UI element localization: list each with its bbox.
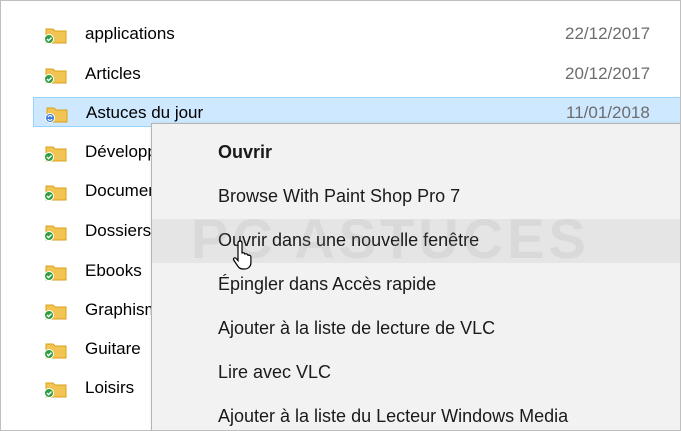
file-name: Loisirs (85, 378, 135, 397)
menu-item-label: Ouvrir (218, 142, 273, 162)
folder-synced-icon (44, 265, 67, 281)
file-name: Articles (85, 64, 141, 83)
folder-syncing-icon (45, 107, 68, 123)
folder-synced-icon (44, 304, 67, 320)
folder-synced-icon (44, 185, 67, 201)
file-name: Ebooks (85, 261, 142, 280)
file-date: 11/01/2018 (566, 103, 650, 122)
folder-synced-icon (44, 68, 67, 84)
folder-synced-icon (44, 146, 67, 162)
context-menu: Ouvrir Browse With Paint Shop Pro 7 Ouvr… (151, 123, 680, 430)
menu-item-label: Épingler dans Accès rapide (218, 274, 437, 294)
folder-synced-icon (44, 382, 67, 398)
file-row[interactable]: applications 22/12/2017 (33, 19, 680, 49)
mouse-cursor-icon (232, 240, 252, 270)
file-name: Dossiers (85, 221, 152, 240)
file-name: Guitare (85, 339, 141, 358)
file-name: Astuces du jour (86, 103, 204, 122)
menu-item-label: Lire avec VLC (218, 362, 332, 382)
menu-item-label: Ajouter à la liste de lecture de VLC (218, 318, 496, 338)
file-date: 22/12/2017 (565, 24, 651, 43)
menu-item-label: Ajouter à la liste du Lecteur Windows Me… (218, 406, 569, 426)
menu-item-label: Browse With Paint Shop Pro 7 (218, 186, 461, 206)
menu-item-add-vlc-playlist[interactable]: Ajouter à la liste de lecture de VLC (152, 307, 680, 351)
menu-item-add-wmp-playlist[interactable]: Ajouter à la liste du Lecteur Windows Me… (152, 395, 680, 430)
folder-synced-icon (44, 225, 67, 241)
file-date: 20/12/2017 (565, 64, 651, 83)
folder-synced-icon (44, 343, 67, 359)
file-name: applications (85, 24, 175, 43)
menu-item-open[interactable]: Ouvrir (152, 131, 680, 175)
folder-synced-icon (44, 28, 67, 44)
file-row[interactable]: Articles 20/12/2017 (33, 59, 680, 89)
file-explorer: applications 22/12/2017 Articles 20/12/2… (0, 0, 681, 431)
menu-item-play-vlc[interactable]: Lire avec VLC (152, 351, 680, 395)
